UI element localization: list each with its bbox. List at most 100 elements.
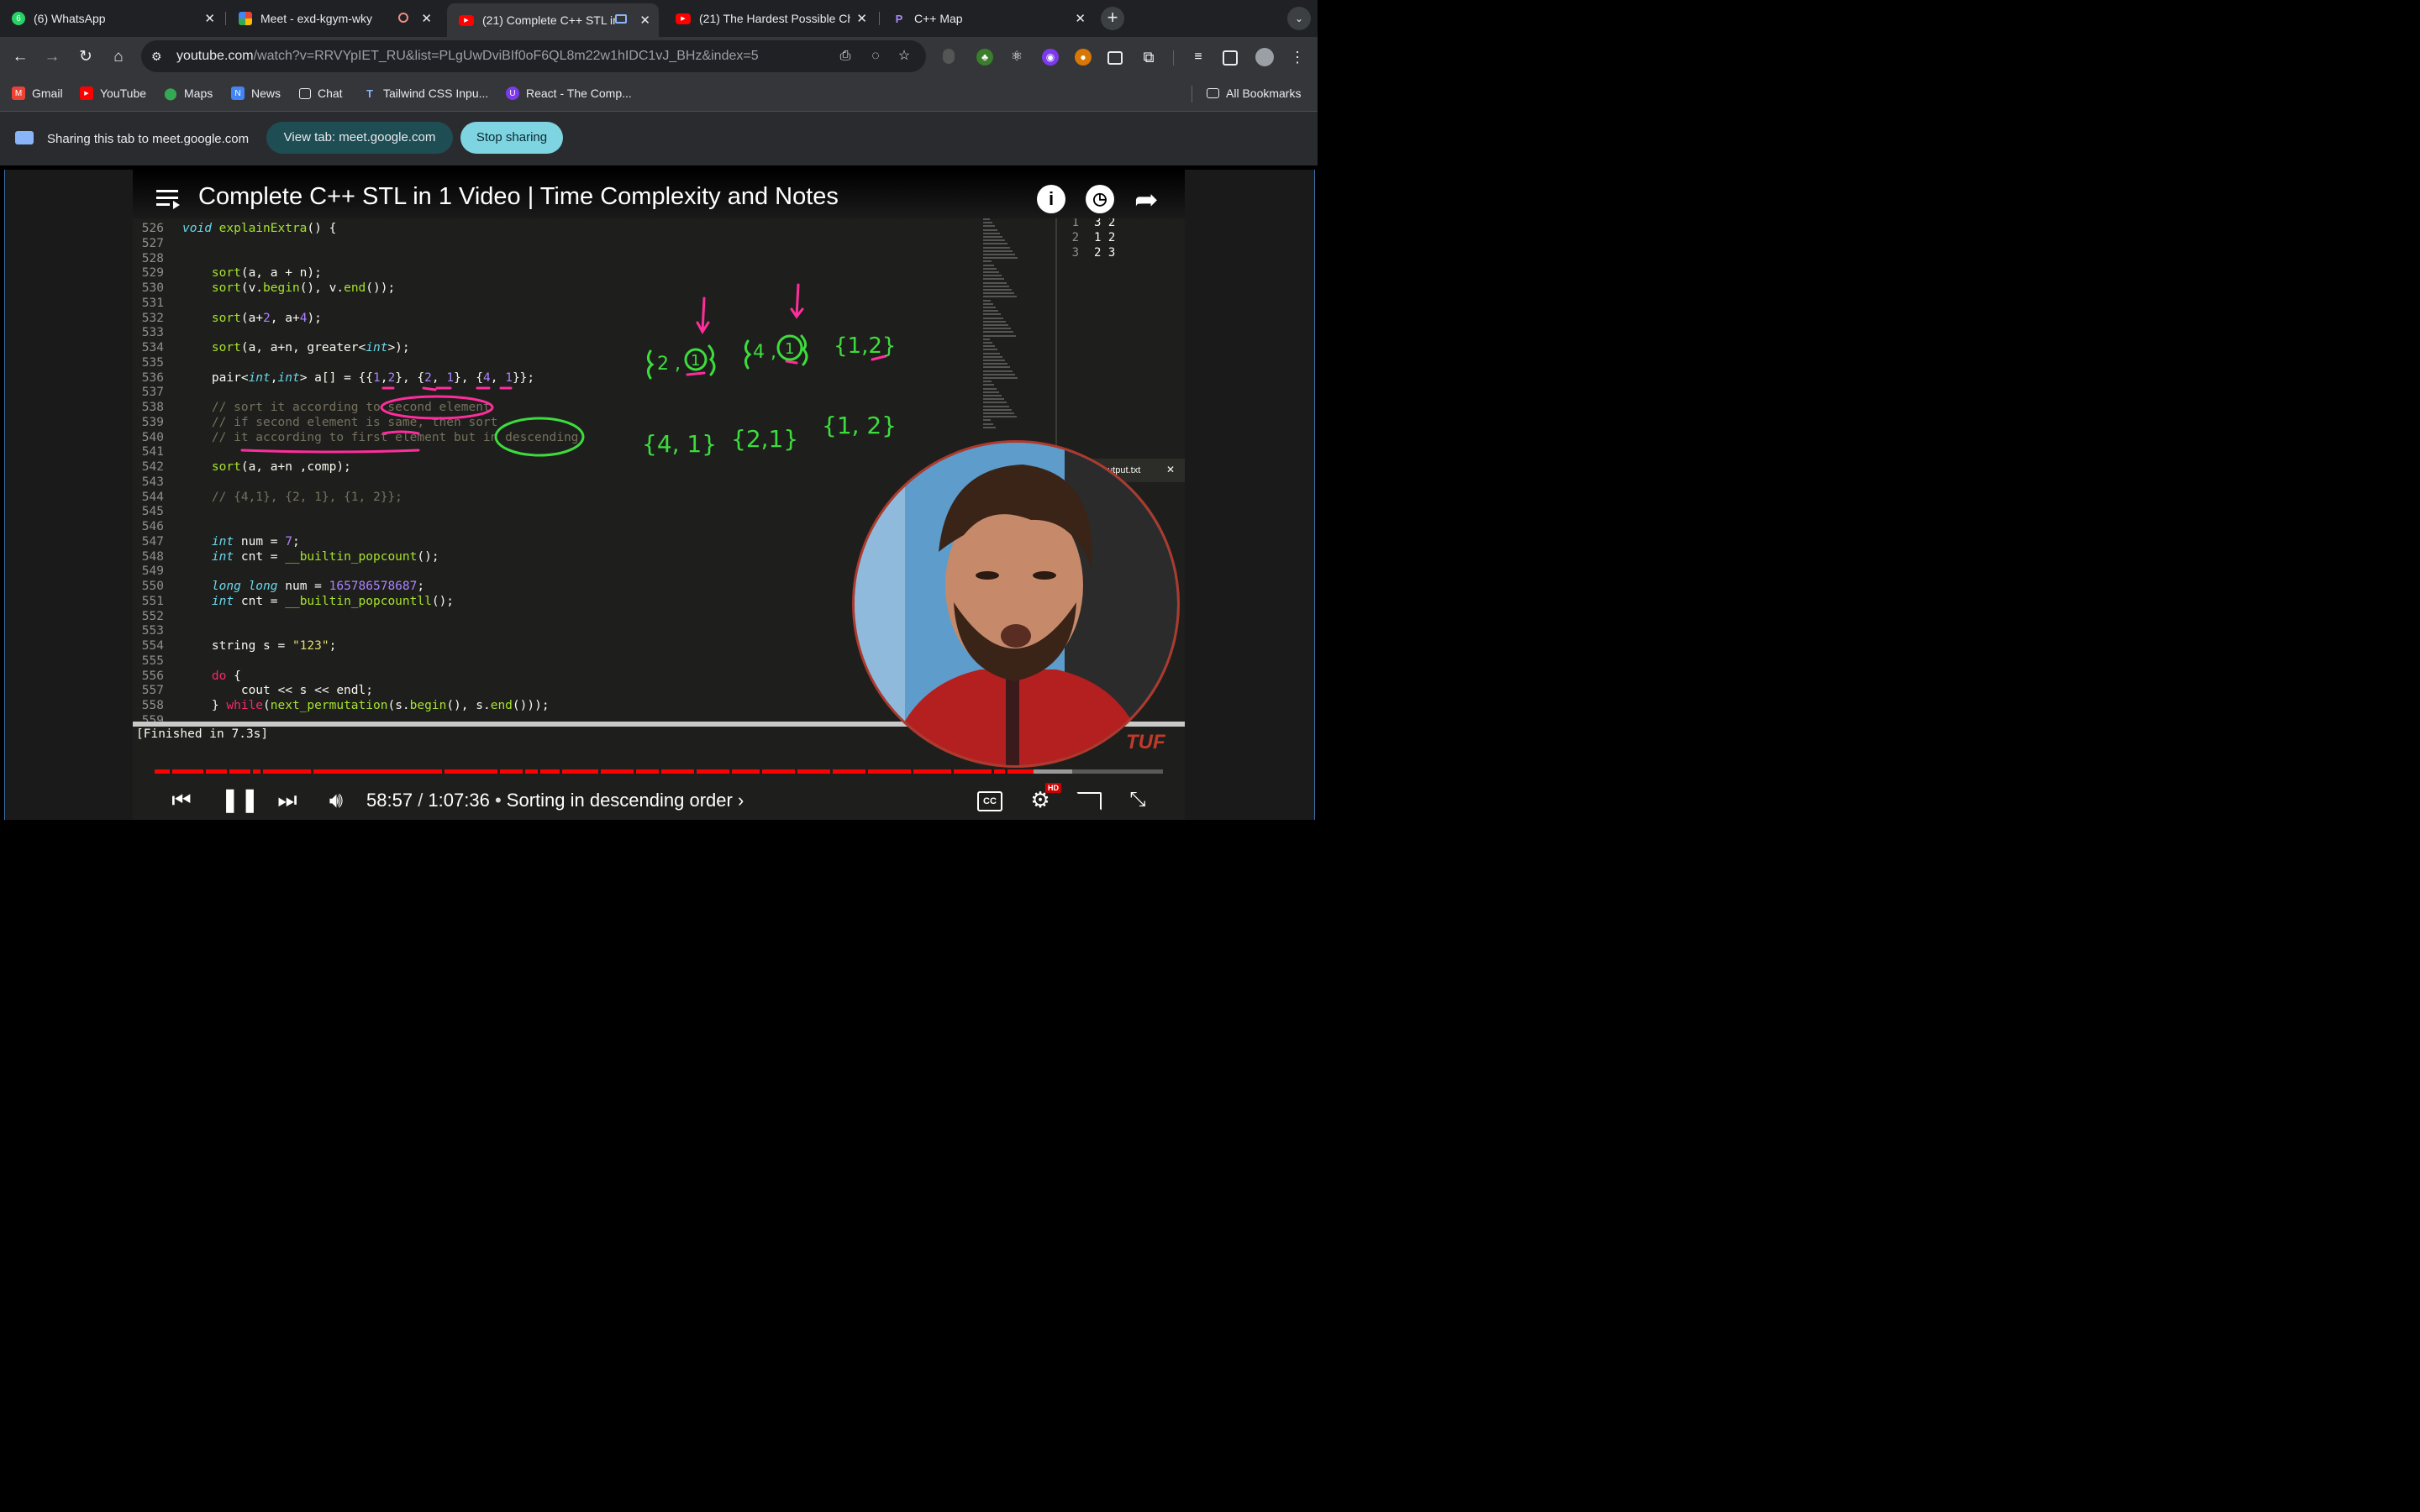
extensions-puzzle-icon[interactable]: ⧉ [1140,49,1157,66]
tab-hardest-possible[interactable]: ▶ (21) The Hardest Possible Ch ✕ [664,5,876,32]
pause-icon[interactable]: ❚❚ [220,785,260,815]
stop-sharing-button[interactable]: Stop sharing [460,122,563,154]
close-icon[interactable]: ✕ [204,11,215,26]
url-text[interactable]: youtube.com/watch?v=RRVYpIET_RU&list=PLg… [176,49,759,64]
close-icon[interactable]: ✕ [639,13,650,28]
avatar[interactable] [1255,48,1274,66]
arrow-mark [790,283,804,319]
youtube-icon: ▶ [459,14,474,26]
bookmark-star-icon[interactable]: ☆ [896,48,913,65]
tab-title: Meet - exd-kgym-wky [260,12,373,25]
playlist-icon[interactable] [156,188,182,210]
side-panel-icon[interactable] [1223,50,1238,66]
bookmark-gmail[interactable]: M Gmail [12,87,63,100]
share-icon[interactable]: ➦ [1134,183,1159,217]
bookmark-youtube[interactable]: ▶ YouTube [80,87,146,100]
view-tab-button[interactable]: View tab: meet.google.com [266,122,453,154]
fullscreen-exit-icon[interactable]: ⤡ [1123,785,1153,815]
eye-off-icon[interactable]: ◌ [867,48,884,65]
youtube-icon: ▶ [676,13,691,24]
bookmarks-bar: M Gmail ▶ YouTube ⬤ Maps N News Chat T Tailwi… [0,77,1318,112]
presenter-image [855,443,1177,765]
chapter-marker [523,769,525,774]
next-icon[interactable]: ⏭ [272,785,302,815]
forward-button[interactable]: → [42,47,62,67]
extension-purple-icon[interactable]: ◉ [1042,49,1059,66]
bookmark-label: Chat [318,87,343,100]
close-icon[interactable]: ✕ [421,11,432,26]
gmail-icon: M [12,87,25,100]
build-status: [Finished in 7.3s] [136,727,269,741]
recording-icon [398,13,408,23]
chapter-marker [442,769,445,774]
chevron-right-icon: › [737,790,744,811]
chapter-marker [227,769,230,774]
reload-button[interactable]: ↻ [76,47,96,67]
browser-toolbar: ← → ↻ ⌂ ⚙ youtube.com/watch?v=RRVYpIET_R… [0,37,1318,77]
bookmark-label: All Bookmarks [1226,87,1302,100]
video-progress-bar[interactable] [155,769,1163,774]
all-bookmarks-button[interactable]: All Bookmarks [1207,87,1301,100]
hd-badge: HD [1045,783,1061,793]
install-app-icon[interactable]: ⎙ [837,48,854,65]
bookmark-tailwind[interactable]: T Tailwind CSS Inpu... [363,87,488,100]
underline-mark [381,386,513,391]
info-icon[interactable]: i [1037,185,1065,213]
back-button[interactable]: ← [10,47,30,67]
previous-icon[interactable]: ⏮ [166,785,197,815]
new-tab-button[interactable]: + [1101,7,1124,30]
picture-in-picture-icon[interactable] [1107,51,1123,65]
whatsapp-icon: 6 [12,12,25,25]
screen-share-icon [15,131,34,144]
browser-window: 6 (6) WhatsApp ✕ Meet - exd-kgym-wky ✕ ▶… [0,0,1318,823]
close-icon[interactable]: ✕ [856,11,867,26]
close-icon[interactable]: ✕ [1075,11,1086,26]
video-title-bar: Complete C++ STL in 1 Video | Time Compl… [133,170,1185,218]
tab-cpp-map[interactable]: P C++ Map ✕ [881,5,1094,32]
site-info-icon[interactable]: ⚙ [151,48,168,65]
circle-second-element [380,395,494,420]
cast-icon[interactable] [1074,785,1104,815]
tab-complete-cpp-stl[interactable]: ▶ (21) Complete C++ STL in ✕ [447,3,659,37]
video-title[interactable]: Complete C++ STL in 1 Video | Time Compl… [198,183,839,211]
address-bar[interactable]: ⚙ youtube.com/watch?v=RRVYpIET_RU&list=P… [141,40,926,72]
media-controls-icon[interactable]: ≡ [1190,49,1207,66]
bookmark-news[interactable]: N News [231,87,281,100]
chapter-title[interactable]: Sorting in descending order [507,790,733,811]
cookie-icon[interactable]: ● [1075,49,1092,66]
annotation-pair: 2 , [657,354,681,375]
annotation-pair: {1,2} [834,333,896,359]
annotation-digit: 1 [785,340,794,358]
chapter-marker [260,769,263,774]
annotation-digit: 1 [691,352,700,370]
chapter-marker [659,769,661,774]
chapter-marker [203,769,206,774]
bookmark-chat[interactable]: Chat [299,87,343,100]
url-path: /watch?v=RRVYpIET_RU&list=PLgUwDviBIf0oF… [253,49,759,63]
annotation-pair: 4 , [753,342,776,363]
extension-tree-icon[interactable]: ♣ [976,49,993,66]
arrow-mark [696,297,710,334]
volume-icon[interactable]: 🔊︎ [321,785,351,815]
chapter-marker [992,769,994,774]
home-button[interactable]: ⌂ [108,47,129,67]
total-time: 1:07:36 [428,790,490,811]
bookmark-maps[interactable]: ⬤ Maps [164,87,213,101]
presenter-facecam [852,440,1180,768]
player-controls: ⏮ ❚❚ ⏭ 🔊︎ 58:57 / 1:07:36 • Sorting in d… [133,778,1185,820]
captions-icon[interactable]: CC [975,785,1005,815]
chapter-marker [560,769,563,774]
tab-meet[interactable]: Meet - exd-kgym-wky ✕ [227,5,440,32]
tab-whatsapp[interactable]: 6 (6) WhatsApp ✕ [0,5,224,32]
brace-mark [800,334,808,366]
time-display[interactable]: 58:57 / 1:07:36 • Sorting in descending … [366,790,744,811]
bookmark-react[interactable]: U React - The Comp... [506,87,632,100]
tab-search-button[interactable]: ⌄ [1287,7,1311,30]
extension-icon[interactable] [943,49,955,64]
video-player[interactable]: 526 void explainExtra() {527 528 529 sort(a… [133,170,1185,820]
react-devtools-icon[interactable]: ⚛ [1008,49,1025,66]
tab-divider [225,12,226,25]
watch-later-icon[interactable]: ◷ [1086,185,1114,213]
chapter-marker [911,769,913,774]
more-menu-icon[interactable]: ⋮ [1287,47,1307,67]
